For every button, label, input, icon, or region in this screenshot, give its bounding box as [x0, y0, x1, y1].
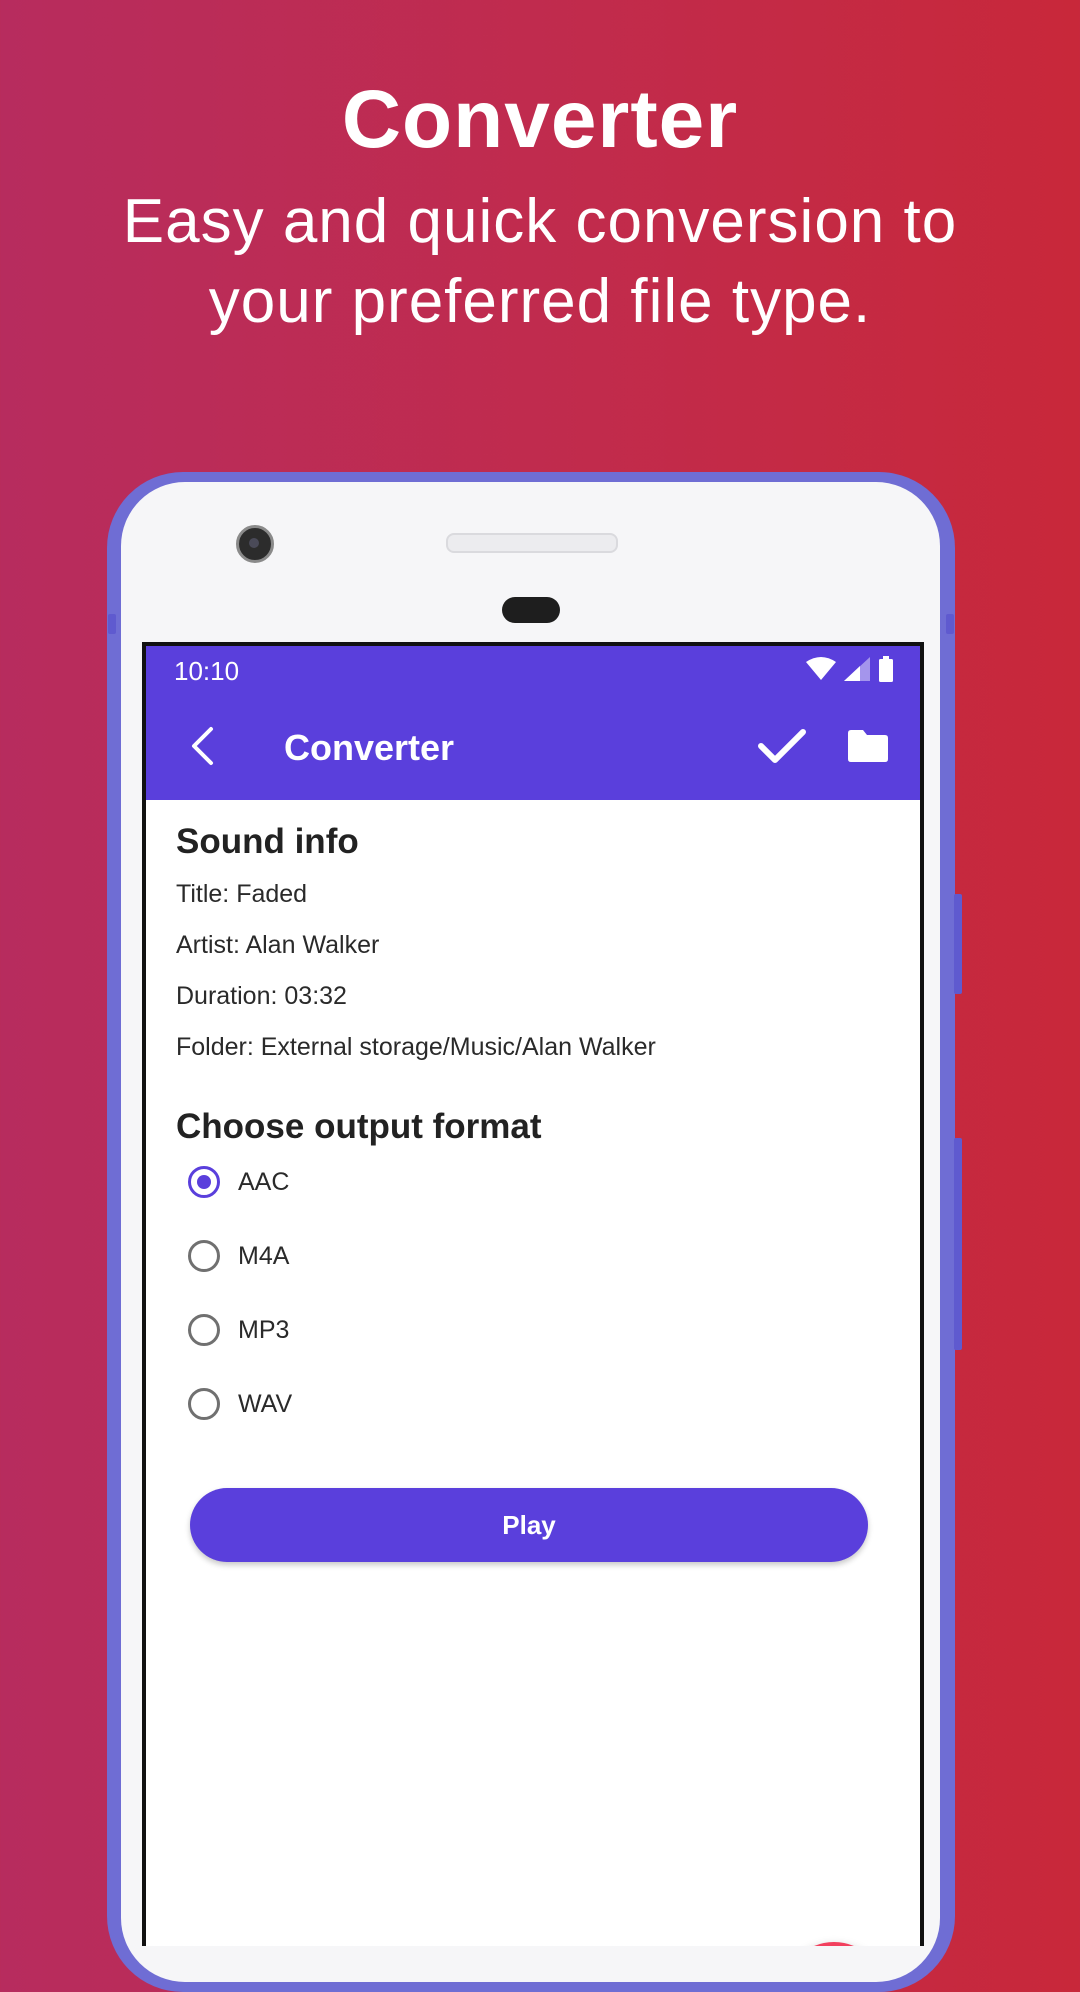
format-label: MP3 [238, 1315, 290, 1344]
sound-artist: Artist: Alan Walker [176, 931, 380, 959]
format-option-aac[interactable]: AAC [188, 1160, 289, 1204]
radio-button-checked[interactable] [188, 1166, 220, 1198]
battery-icon [878, 656, 894, 687]
signal-icon [844, 657, 870, 686]
app-bar-title: Converter [284, 727, 455, 768]
format-label: WAV [238, 1389, 293, 1418]
music-fab-button[interactable] [782, 1942, 886, 1946]
hero-title: Converter [341, 74, 739, 165]
hero-subtitle: Easy and quick conversion to your prefer… [122, 187, 958, 336]
back-button[interactable] [182, 726, 222, 771]
format-label: M4A [238, 1241, 290, 1270]
radio-button[interactable] [188, 1388, 220, 1420]
status-time: 10:10 [174, 656, 240, 686]
phone-screen: 10:10 Converter Sound info Title: Faded … [142, 642, 924, 1946]
back-arrow-icon [189, 726, 215, 771]
phone-side-button [946, 614, 954, 634]
folder-icon [848, 729, 888, 767]
check-icon [758, 728, 806, 769]
wifi-icon [806, 657, 836, 686]
format-option-m4a[interactable]: M4A [188, 1234, 289, 1278]
output-format-heading: Choose output format [176, 1107, 542, 1146]
status-bar: 10:10 [146, 646, 920, 696]
phone-side-button [108, 614, 116, 634]
proximity-sensor [502, 597, 560, 623]
radio-button[interactable] [188, 1240, 220, 1272]
folder-button[interactable] [846, 726, 890, 770]
status-icons [806, 656, 894, 687]
format-label: AAC [238, 1167, 290, 1196]
sound-info-heading: Sound info [176, 822, 359, 861]
format-option-mp3[interactable]: MP3 [188, 1308, 289, 1352]
format-option-wav[interactable]: WAV [188, 1382, 292, 1426]
confirm-button[interactable] [756, 724, 808, 772]
earpiece-speaker [446, 533, 618, 553]
phone-power-button [954, 1138, 962, 1350]
converter-content: Sound info Title: Faded Artist: Alan Wal… [146, 800, 920, 1946]
sound-duration: Duration: 03:32 [176, 982, 347, 1010]
app-bar: Converter [146, 696, 920, 800]
phone-volume-button [954, 894, 962, 994]
play-button[interactable]: Play [190, 1488, 868, 1562]
radio-button[interactable] [188, 1314, 220, 1346]
sound-folder: Folder: External storage/Music/Alan Walk… [176, 1033, 656, 1061]
front-camera [236, 525, 274, 563]
sound-title: Title: Faded [176, 880, 308, 908]
